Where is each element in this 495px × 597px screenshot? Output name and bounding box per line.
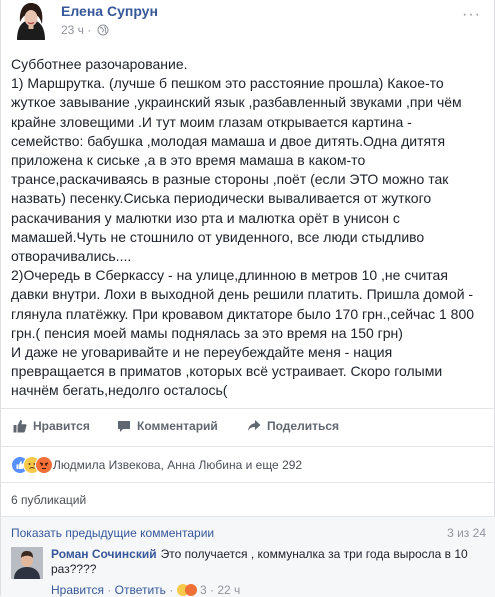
like-button-label: Нравится: [33, 419, 90, 433]
meta-separator: ·: [87, 23, 92, 37]
comment-text-1: Это получается , коммуналка за три года …: [160, 547, 468, 561]
post-text-line: 2)Очередь в Сберкассу - на улице,длинною…: [11, 267, 448, 284]
comment-button-label: Комментарий: [137, 419, 218, 433]
more-options-button[interactable]: ···: [462, 6, 481, 24]
post-text-line: Субботнее разочарование.: [11, 56, 188, 72]
comment-icon: [118, 421, 130, 432]
post-text-line: раскачивания у малютки изо рта и малютка…: [11, 209, 400, 226]
comment-actions: Нравится · Ответить · 3 · 22 ч: [51, 583, 240, 597]
angry-reaction-icon: [35, 456, 53, 474]
comment-reaction-count[interactable]: 3: [200, 583, 207, 597]
post-meta: 23 ч ·: [61, 23, 109, 39]
share-icon: [248, 420, 261, 431]
post-text-line: давки внутри. Лохи в выходной день решил…: [11, 286, 474, 303]
share-button[interactable]: Поделиться: [247, 419, 339, 433]
shares-count[interactable]: 6 публикаций: [11, 493, 86, 507]
post-text-line: И даже не уговаривайте и не переубеждайт…: [11, 344, 393, 361]
comment-sep-2: ·: [169, 583, 174, 597]
post-text-line: грн.( пенсия моей мамы поднялась за это …: [11, 324, 403, 341]
post-actions-bar: Нравится Комментарий Поделиться: [1, 408, 495, 445]
post-text-line: мамашей.Чуть не стошнило от увиденного, …: [11, 228, 425, 245]
comment-time[interactable]: 22 ч: [217, 583, 240, 597]
post-text-line: превращается в приматов ,которых всё уст…: [11, 363, 443, 380]
post-text-line: крайне зловещими .И тут моим глазам откр…: [11, 113, 412, 130]
post-text-line: отворачивались....: [11, 248, 132, 265]
post-text-line: начнём бегать,недолго осталось(: [11, 382, 228, 399]
post-text-line: трансе,раскачиваясь в разные стороны ,по…: [11, 171, 449, 188]
post-text-line: семейство: бабушка ,молодая мамаша и дво…: [11, 132, 446, 149]
thumbs-up-icon: [13, 420, 27, 433]
reactions-summary[interactable]: Людмила Извекова, Анна Любина и еще 292: [1, 446, 495, 483]
post-header: Елена Супрун 23 ч · ···: [11, 0, 481, 40]
post-text-line: приложена к сиське ,а в это время мамаша…: [11, 152, 366, 169]
globe-icon: [97, 24, 109, 39]
comment-reply-link[interactable]: Ответить: [115, 583, 166, 597]
commenter-avatar[interactable]: [11, 547, 43, 579]
comment-author[interactable]: Роман Сочинский: [51, 547, 157, 561]
reactors-names[interactable]: Людмила Извекова, Анна Любина и еще 292: [53, 458, 302, 472]
post-text-line: глянула платёжку. При кровавом диктаторе…: [11, 305, 475, 322]
comments-section: Показать предыдущие комментарии 3 из 24 …: [1, 516, 495, 597]
post-text-line: жуткое завывание ,украинский язык ,разба…: [11, 94, 462, 111]
comment-sep-3: ·: [210, 583, 214, 597]
facebook-post-card: Елена Супрун 23 ч · ··· Субботнее разоча…: [0, 0, 495, 597]
post-time[interactable]: 23 ч: [61, 23, 84, 37]
comment-button[interactable]: Комментарий: [117, 419, 218, 433]
show-previous-comments-link[interactable]: Показать предыдущие комментарии: [11, 526, 214, 540]
comment-angry-reaction-icon: [184, 584, 197, 596]
comment-text-2: раз????: [51, 562, 97, 576]
comment-body: Роман Сочинский Это получается , коммунал…: [51, 547, 481, 577]
share-button-label: Поделиться: [267, 419, 340, 433]
author-avatar[interactable]: [11, 0, 51, 40]
comment-line-1: Роман Сочинский Это получается , коммунал…: [51, 547, 481, 562]
comment-like-link[interactable]: Нравится: [51, 583, 104, 597]
post-text-line: 1) Маршрутка. (лучше б пешком это рассто…: [11, 75, 444, 92]
comments-counter: 3 из 24: [447, 526, 486, 540]
like-button[interactable]: Нравится: [13, 419, 90, 433]
shares-row: 6 публикаций: [1, 482, 495, 517]
comment-sep-1: ·: [107, 583, 112, 597]
post-author-name[interactable]: Елена Супрун: [61, 3, 158, 19]
post-text: Субботнее разочарование. 1) Маршрутка. (л…: [11, 55, 483, 401]
post-text-line: назвать) песенку.Сиська периодически выв…: [11, 190, 432, 207]
